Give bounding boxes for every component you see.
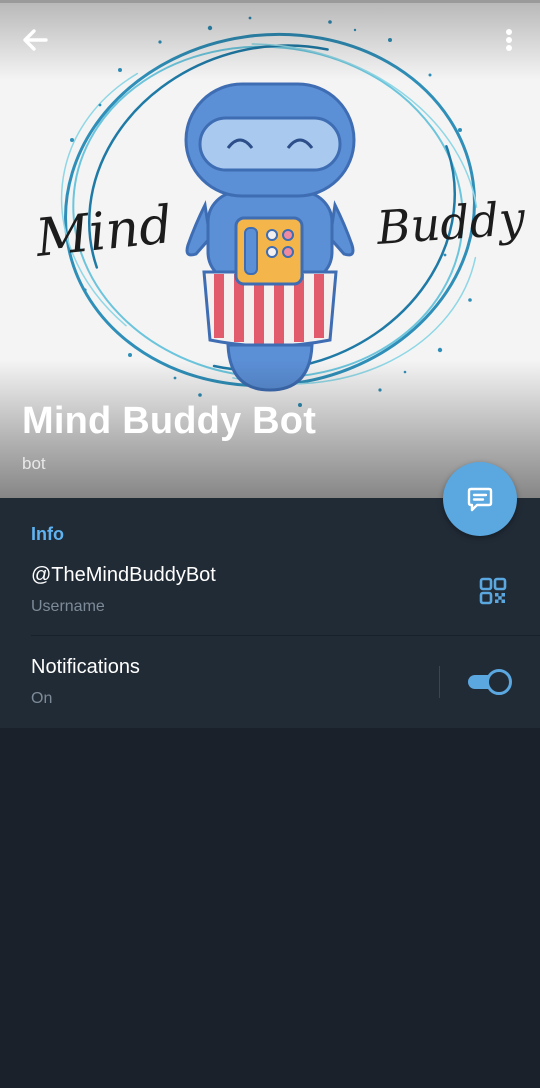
username-label: Username	[31, 598, 105, 615]
qr-code-button[interactable]	[476, 574, 510, 608]
svg-text:Mind: Mind	[32, 195, 175, 269]
svg-text:Buddy: Buddy	[374, 191, 528, 255]
more-vertical-icon	[506, 29, 512, 51]
send-message-button[interactable]	[443, 462, 517, 536]
notifications-title[interactable]: Notifications	[31, 656, 140, 679]
username-value[interactable]: @TheMindBuddyBot	[31, 564, 216, 587]
profile-status: bot	[22, 454, 46, 473]
profile-header: Mind Buddy Mind Buddy Bot bot	[0, 0, 540, 498]
header-top-shade	[0, 0, 540, 80]
more-options-button[interactable]	[496, 22, 522, 58]
section-title-info: Info	[31, 524, 64, 544]
message-icon	[467, 487, 493, 512]
arrow-left-icon	[23, 29, 48, 51]
qr-code-icon	[479, 577, 507, 605]
divider	[31, 635, 540, 636]
toggle-knob	[486, 669, 512, 695]
vertical-separator	[439, 666, 440, 698]
notifications-toggle[interactable]	[466, 669, 512, 695]
profile-name: Mind Buddy Bot	[22, 400, 317, 442]
notifications-value: On	[31, 690, 53, 707]
status-line	[0, 0, 540, 3]
info-section: Info @TheMindBuddyBot Username Notificat…	[0, 498, 540, 728]
back-button[interactable]	[16, 22, 56, 58]
